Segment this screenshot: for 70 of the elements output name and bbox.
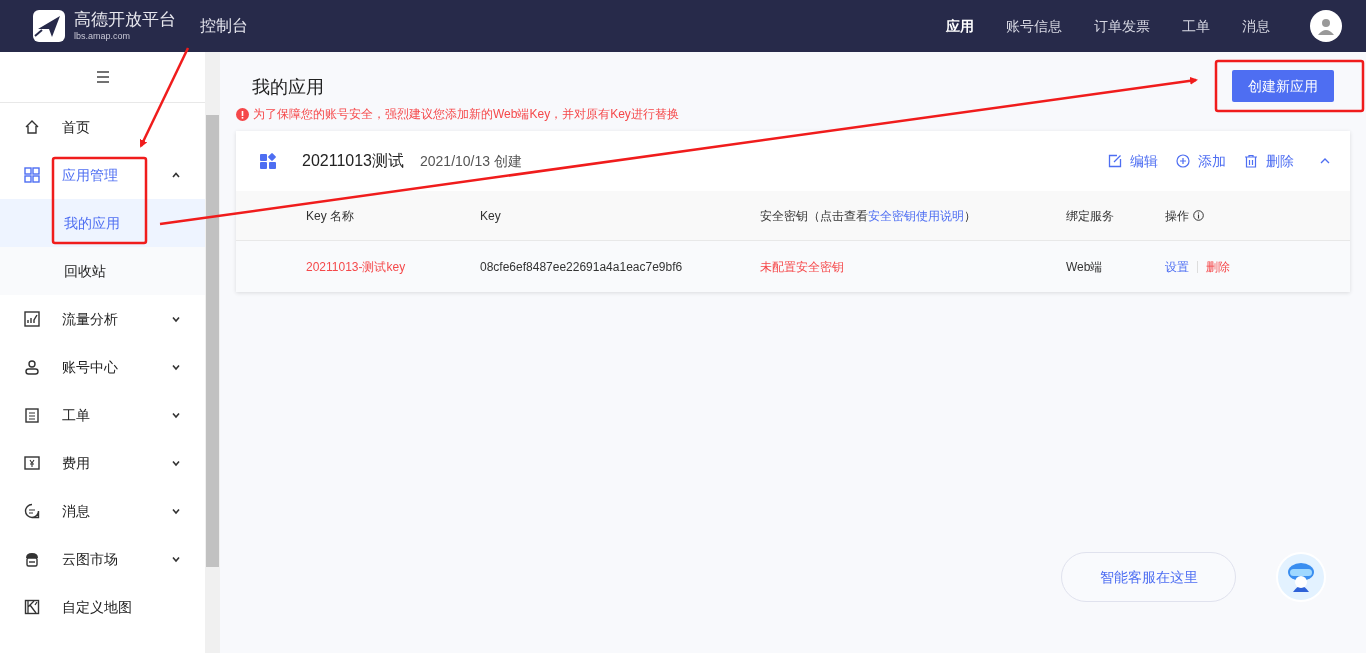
nav-link[interactable]: 订单发票: [1094, 15, 1150, 37]
sidebar-subitem[interactable]: 回收站: [0, 247, 205, 295]
logo-url: lbs.amap.com: [74, 32, 132, 41]
add-icon: [1176, 154, 1190, 168]
sidebar-item[interactable]: 消息: [0, 487, 205, 535]
chevron-icon: [171, 170, 181, 180]
app-action-button[interactable]: 删除: [1244, 150, 1294, 172]
chevron-icon: [171, 362, 181, 372]
map-icon: [24, 599, 40, 615]
row-action-link[interactable]: 删除: [1206, 257, 1230, 276]
sidebar-item[interactable]: 流量分析: [0, 295, 205, 343]
sidebar-item[interactable]: 费用: [0, 439, 205, 487]
app-action-button[interactable]: 添加: [1176, 150, 1226, 172]
clipboard-icon: [24, 407, 40, 423]
app-action-button[interactable]: 编辑: [1108, 150, 1158, 172]
collapse-icon[interactable]: [1320, 157, 1330, 165]
edit-icon: [1108, 154, 1122, 168]
created-date: 2021/10/13 创建: [420, 151, 522, 171]
scrollbar[interactable]: [205, 52, 220, 653]
grid-icon: [24, 167, 40, 183]
column-header: Key 名称: [306, 207, 354, 225]
warning-text: 为了保障您的账号安全，强烈建议您添加新的Web端Key，并对原有Key进行替换: [253, 106, 679, 123]
shop-icon: [24, 551, 40, 567]
chat-icon: [24, 503, 40, 519]
row-action-link[interactable]: 设置: [1165, 257, 1189, 276]
avatar[interactable]: [1310, 10, 1342, 42]
nav-link[interactable]: 应用: [946, 15, 974, 37]
sidebar-item[interactable]: 云图市场: [0, 535, 205, 583]
app-name: 20211013测试: [302, 151, 404, 171]
column-header: 安全密钥（点击查看: [760, 207, 868, 225]
assistant-avatar-icon[interactable]: [1276, 552, 1326, 602]
key-value: 08cfe6ef8487ee22691a4a1eac7e9bf6: [480, 258, 684, 276]
create-app-button[interactable]: 创建新应用: [1232, 70, 1334, 102]
user-icon: [24, 359, 40, 375]
nav-link[interactable]: 账号信息: [1006, 15, 1062, 37]
assistant-button[interactable]: 智能客服在这里: [1061, 552, 1236, 602]
nav-link[interactable]: 工单: [1182, 15, 1210, 37]
console-title[interactable]: 控制台: [200, 14, 248, 38]
chevron-icon: [171, 554, 181, 564]
page-title: 我的应用: [252, 76, 325, 99]
sidebar-item[interactable]: 应用管理: [0, 151, 205, 199]
column-header: Key: [480, 207, 501, 225]
sidebar-item[interactable]: 工单: [0, 391, 205, 439]
logo-title: 高德开放平台: [74, 11, 176, 28]
column-header: 操作: [1165, 207, 1189, 225]
chevron-icon: [171, 410, 181, 420]
app-icon: [260, 153, 276, 169]
column-header: ）: [964, 207, 976, 225]
sidebar-subitem[interactable]: 我的应用: [0, 199, 205, 247]
chevron-icon: [171, 506, 181, 516]
info-icon[interactable]: [1193, 210, 1204, 221]
sidebar-item[interactable]: 自定义地图: [0, 583, 205, 631]
key-name: 20211013-测试key: [306, 258, 407, 276]
home-icon: [24, 119, 40, 135]
column-header: 绑定服务: [1066, 207, 1114, 225]
menu-icon[interactable]: [95, 70, 110, 84]
yen-icon: [24, 455, 40, 471]
sidebar-item[interactable]: 首页: [0, 103, 205, 151]
bound-service: Web端: [1066, 258, 1104, 276]
nav-link[interactable]: 消息: [1242, 15, 1270, 37]
sidebar-item[interactable]: 账号中心: [0, 343, 205, 391]
chart-icon: [24, 311, 40, 327]
warning-icon: [236, 107, 249, 121]
chevron-icon: [171, 458, 181, 468]
help-link[interactable]: 安全密钥使用说明: [868, 206, 964, 225]
secret-status: 未配置安全密钥: [760, 258, 845, 276]
logo-icon: [32, 9, 66, 43]
chevron-icon: [171, 314, 181, 324]
scrollbar-thumb[interactable]: [206, 115, 219, 567]
trash-icon: [1244, 154, 1258, 168]
